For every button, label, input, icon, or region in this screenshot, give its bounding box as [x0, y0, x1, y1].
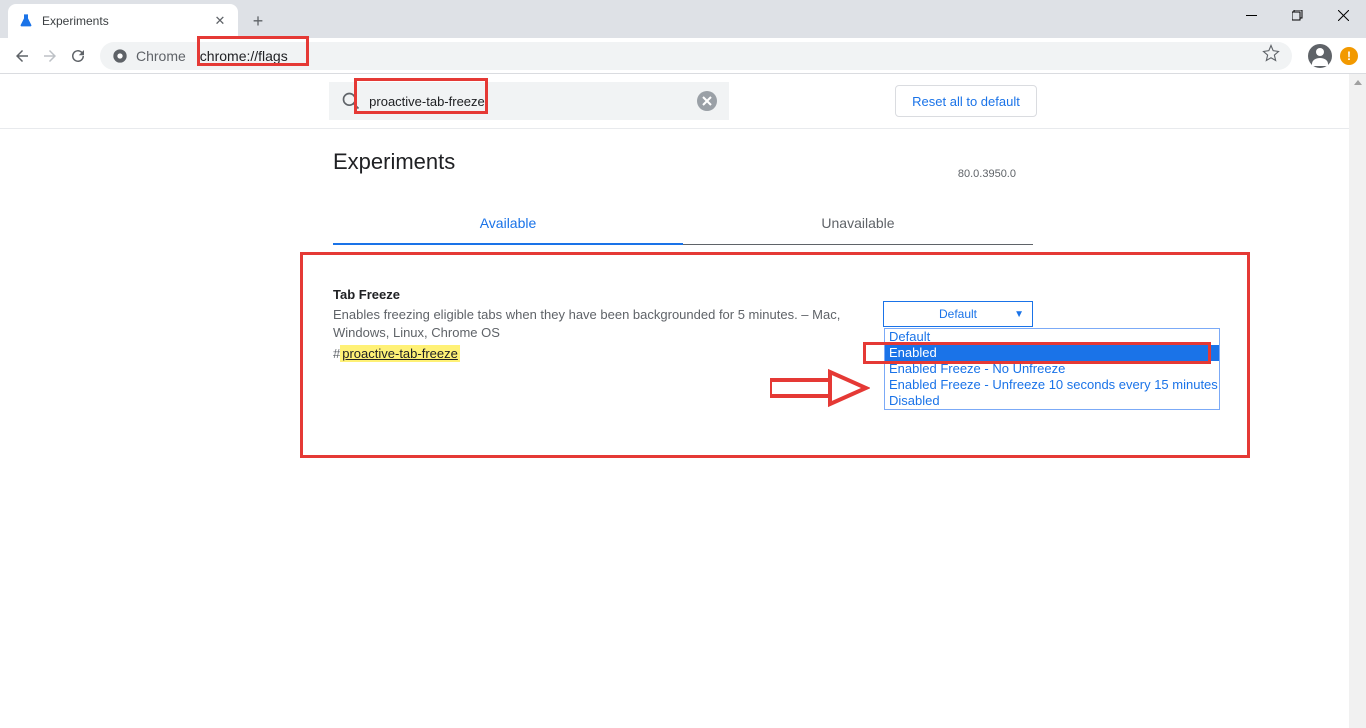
- tab-unavailable[interactable]: Unavailable: [683, 203, 1033, 245]
- search-box: [329, 82, 729, 120]
- titlebar: Experiments ✕ +: [0, 0, 1366, 38]
- browser-tab[interactable]: Experiments ✕: [8, 4, 238, 38]
- flag-dropdown: Default Enabled Enabled Freeze - No Unfr…: [884, 328, 1220, 410]
- close-window-button[interactable]: [1320, 0, 1366, 30]
- reset-button[interactable]: Reset all to default: [895, 85, 1037, 117]
- option-enabled-no-unfreeze[interactable]: Enabled Freeze - No Unfreeze: [885, 361, 1219, 377]
- profile-icon[interactable]: [1308, 44, 1332, 68]
- tabs: Available Unavailable: [333, 203, 1033, 245]
- reload-button[interactable]: [64, 42, 92, 70]
- tab-available[interactable]: Available: [333, 203, 683, 245]
- url-text: chrome://flags: [200, 48, 288, 64]
- option-enabled-unfreeze-10s[interactable]: Enabled Freeze - Unfreeze 10 seconds eve…: [885, 377, 1219, 393]
- scroll-up-icon[interactable]: [1349, 74, 1366, 91]
- option-enabled[interactable]: Enabled: [885, 345, 1219, 361]
- maximize-button[interactable]: [1274, 0, 1320, 30]
- close-tab-icon[interactable]: ✕: [212, 13, 228, 29]
- chrome-label: Chrome: [136, 48, 186, 64]
- window-controls: [1228, 0, 1366, 30]
- flag-description: Enables freezing eligible tabs when they…: [333, 306, 883, 342]
- minimize-button[interactable]: [1228, 0, 1274, 30]
- tab-title: Experiments: [42, 14, 212, 28]
- flag-select[interactable]: Default ▼ Default Enabled Enabled Freeze…: [883, 301, 1033, 327]
- search-area: Reset all to default: [0, 74, 1366, 129]
- chevron-down-icon: ▼: [1014, 309, 1024, 320]
- clear-search-button[interactable]: [697, 91, 717, 111]
- flag-hash-link[interactable]: proactive-tab-freeze: [340, 345, 460, 362]
- new-tab-button[interactable]: +: [244, 7, 272, 35]
- flask-icon: [18, 13, 34, 29]
- alert-icon[interactable]: !: [1340, 47, 1358, 65]
- scrollbar[interactable]: [1349, 74, 1366, 728]
- forward-button[interactable]: [36, 42, 64, 70]
- content-area: Reset all to default Experiments 80.0.39…: [0, 74, 1366, 728]
- toolbar: Chrome chrome://flags !: [0, 38, 1366, 74]
- bookmark-icon[interactable]: [1262, 44, 1280, 67]
- flag-title: Tab Freeze: [333, 287, 883, 302]
- page-title: Experiments: [333, 149, 455, 175]
- chrome-icon: [112, 48, 128, 64]
- option-default[interactable]: Default: [885, 329, 1219, 345]
- option-disabled[interactable]: Disabled: [885, 393, 1219, 409]
- omnibox[interactable]: Chrome chrome://flags: [100, 42, 1292, 70]
- select-value: Default: [939, 307, 977, 321]
- back-button[interactable]: [8, 42, 36, 70]
- flag-hash: #proactive-tab-freeze: [333, 346, 883, 361]
- search-input[interactable]: [369, 94, 697, 109]
- search-icon: [341, 91, 361, 111]
- flag-row: Tab Freeze Enables freezing eligible tab…: [333, 287, 1033, 361]
- version-label: 80.0.3950.0: [958, 168, 1016, 180]
